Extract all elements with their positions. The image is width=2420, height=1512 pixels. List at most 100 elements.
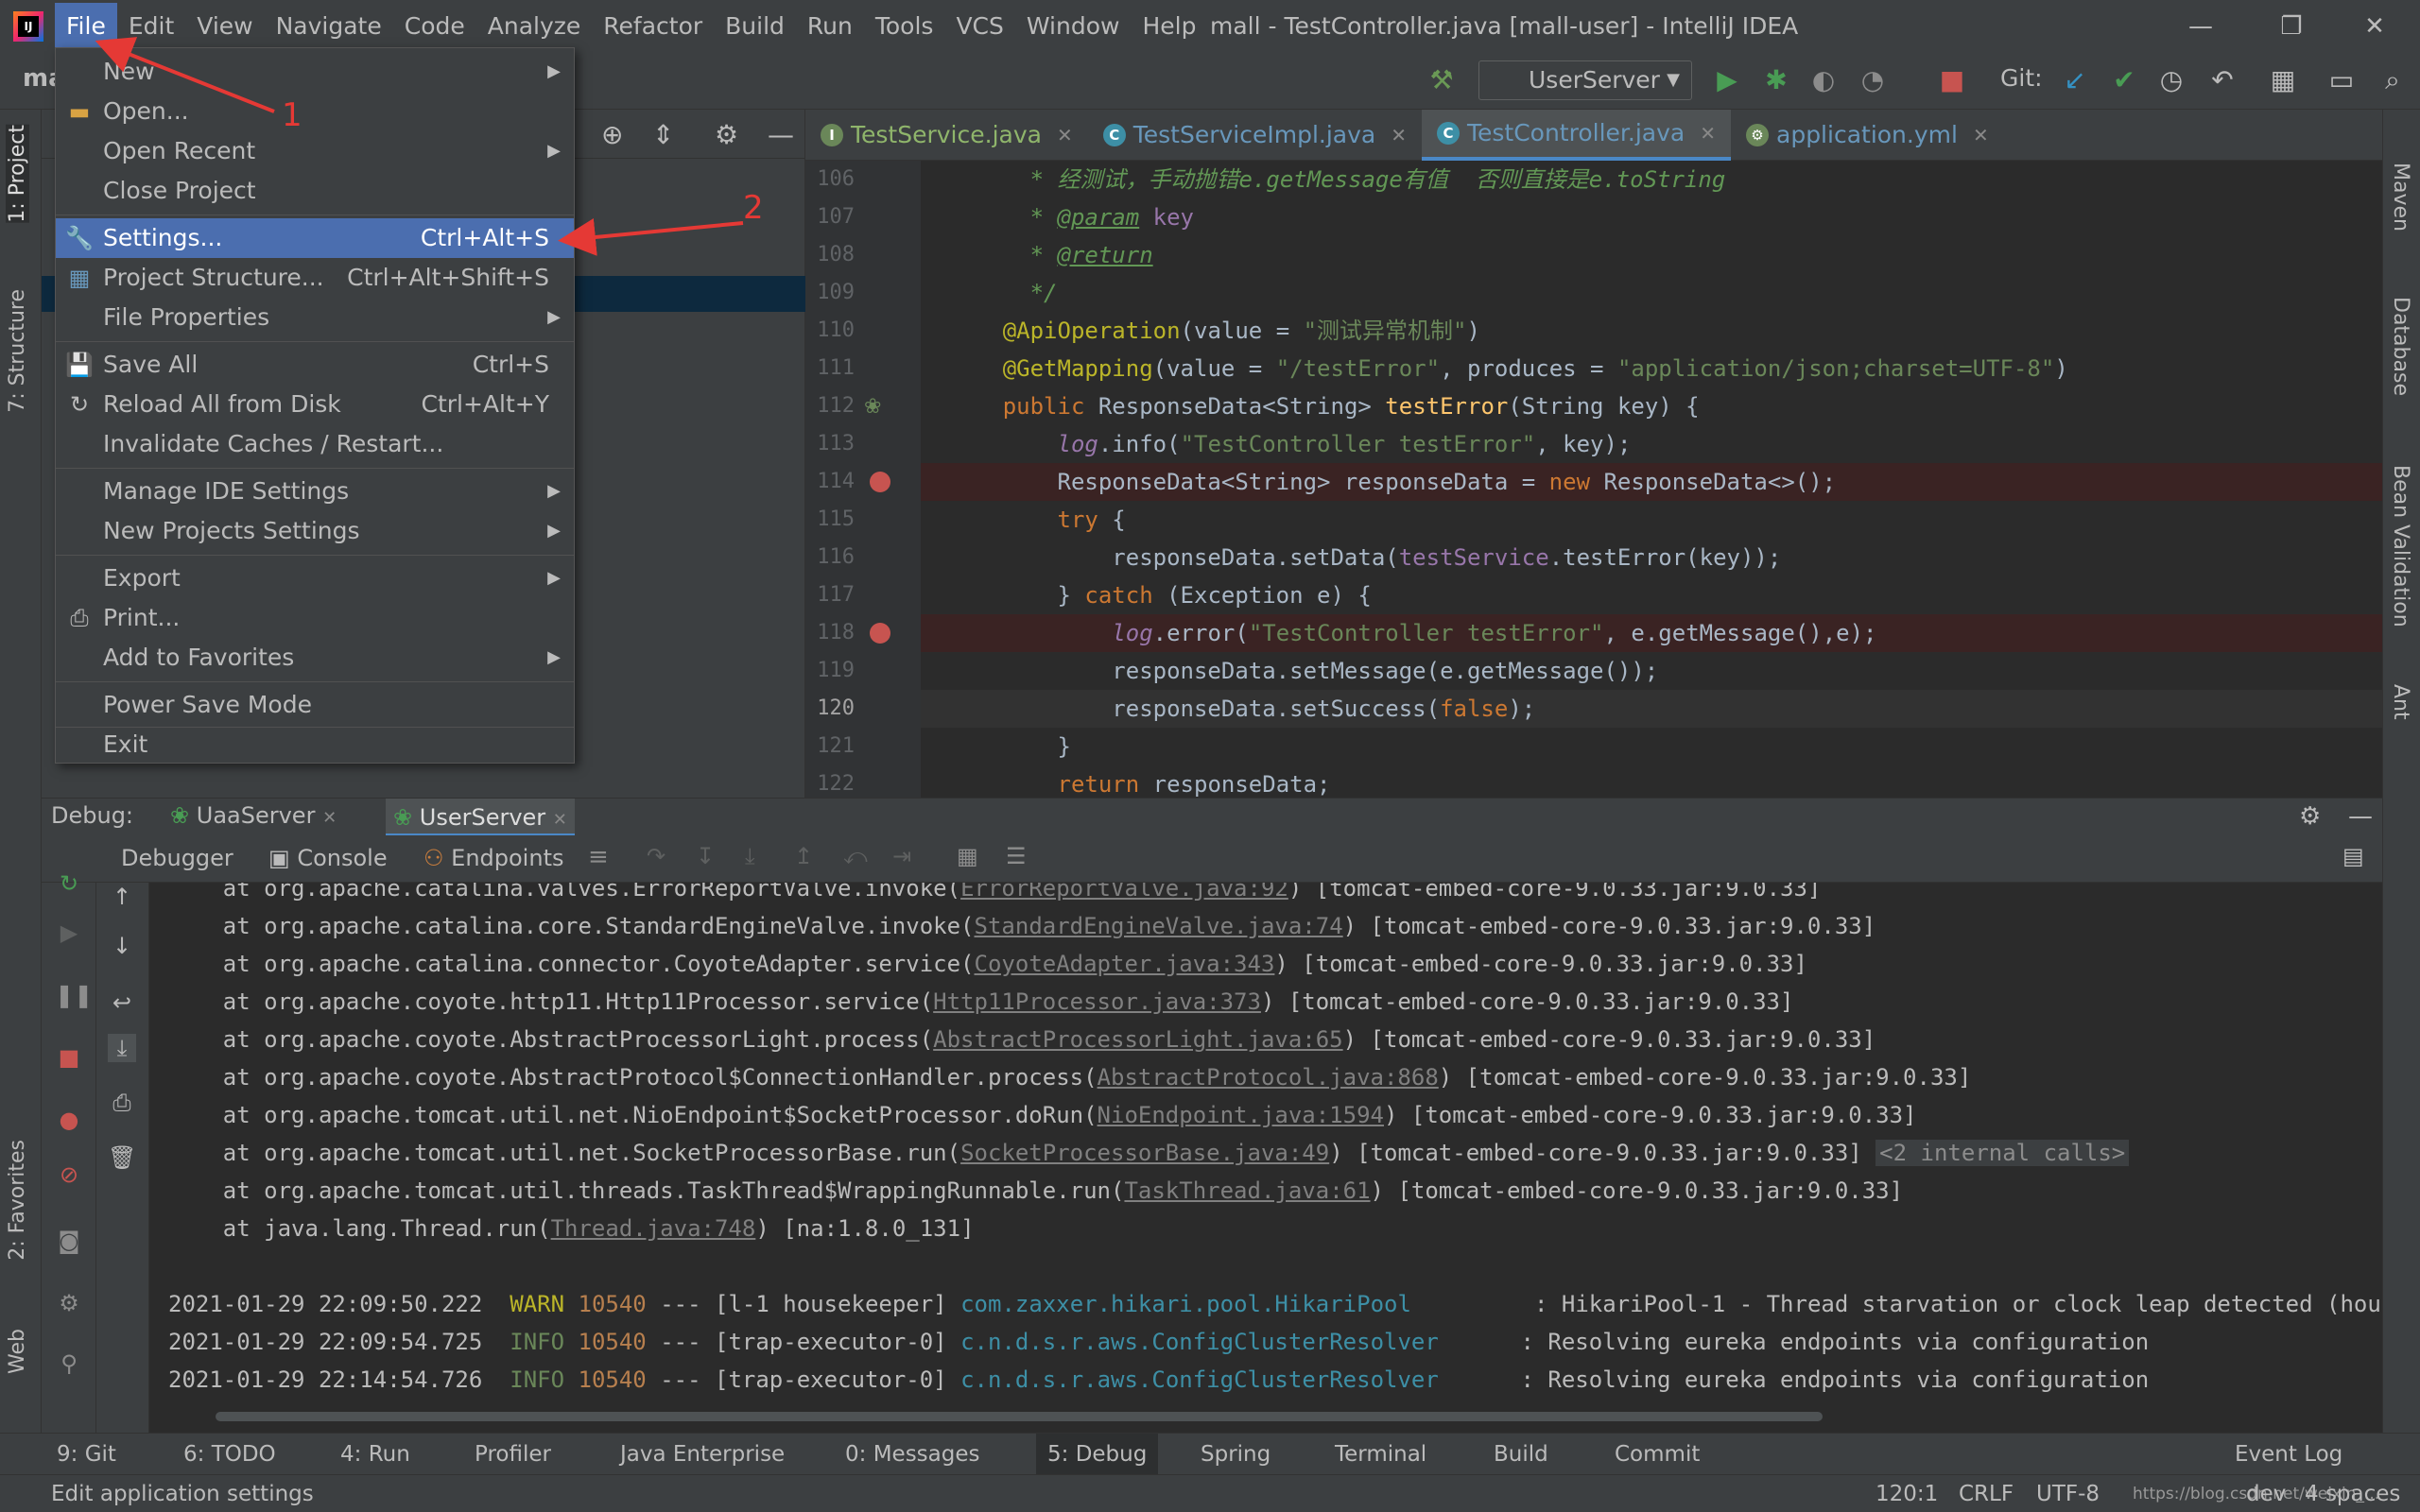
tab-ant[interactable]: Ant bbox=[2389, 684, 2412, 720]
tab-web[interactable]: Web bbox=[6, 1329, 29, 1374]
menu-item-settings[interactable]: 🔧 Settings... Ctrl+Alt+S bbox=[56, 218, 574, 258]
tab-git[interactable]: 9: Git bbox=[57, 1434, 116, 1475]
stop-icon[interactable]: ■ bbox=[1936, 64, 1968, 96]
git-history-icon[interactable]: ◷ bbox=[2155, 64, 2187, 96]
close-icon[interactable]: ✕ bbox=[1973, 110, 1989, 161]
tab-testcontroller[interactable]: C TestController.java ✕ bbox=[1421, 108, 1731, 161]
down-arrow-icon[interactable]: ↓ bbox=[108, 932, 136, 960]
close-icon[interactable]: ✕ bbox=[1391, 110, 1407, 161]
menu-item-exit[interactable]: Exit bbox=[56, 725, 574, 765]
close-button[interactable]: ✕ bbox=[2329, 0, 2420, 53]
rerun-icon[interactable]: ↻ bbox=[55, 869, 83, 898]
menu-tools[interactable]: Tools bbox=[864, 3, 945, 50]
session-tab-uaaserver[interactable]: ❀ UaaServer ✕ bbox=[170, 802, 337, 829]
menu-item-project-structure[interactable]: ▦ Project Structure... Ctrl+Alt+Shift+S bbox=[56, 258, 574, 298]
tab-structure[interactable]: 7: Structure bbox=[6, 289, 29, 413]
close-icon[interactable]: ✕ bbox=[322, 808, 337, 828]
gear-icon[interactable]: ⚙ bbox=[55, 1289, 83, 1317]
step-over-icon[interactable]: ↷ bbox=[647, 843, 666, 869]
pin-icon[interactable]: ⚲ bbox=[55, 1349, 83, 1378]
menu-window[interactable]: Window bbox=[1015, 3, 1132, 50]
menu-icon[interactable]: ≡ bbox=[588, 843, 609, 871]
trash-icon[interactable]: 🗑 bbox=[108, 1143, 136, 1172]
menu-build[interactable]: Build bbox=[714, 3, 796, 50]
view-breakpoints-icon[interactable]: ● bbox=[55, 1106, 83, 1134]
menu-item-new[interactable]: New ▶ bbox=[56, 52, 574, 92]
menu-item-open[interactable]: ▬ Open... bbox=[56, 92, 574, 131]
tab-java-enterprise[interactable]: Java Enterprise bbox=[620, 1434, 785, 1475]
presentation-icon[interactable]: ▭ bbox=[2325, 64, 2358, 96]
close-icon[interactable]: ✕ bbox=[553, 810, 567, 830]
locate-icon[interactable]: ⊕ bbox=[601, 119, 623, 150]
console-output[interactable]: at org.apache.catalina.valves.ErrorRepor… bbox=[149, 883, 2382, 1433]
spring-endpoint-icon[interactable]: ❀ bbox=[864, 395, 881, 419]
tab-messages[interactable]: 0: Messages bbox=[845, 1434, 979, 1475]
menu-view[interactable]: View bbox=[185, 3, 264, 50]
trace-icon[interactable]: ☰ bbox=[1006, 843, 1027, 869]
mute-breakpoints-icon[interactable]: ⊘ bbox=[55, 1160, 83, 1189]
tab-spring[interactable]: Spring bbox=[1201, 1434, 1270, 1475]
force-step-into-icon[interactable]: ⤓ bbox=[745, 843, 755, 869]
evaluate-icon[interactable]: ▦ bbox=[957, 843, 978, 869]
layout-icon[interactable]: ▤ bbox=[2342, 843, 2364, 869]
menu-help[interactable]: Help bbox=[1131, 3, 1207, 50]
resume-icon[interactable]: ▶ bbox=[55, 919, 83, 947]
menu-edit[interactable]: Edit bbox=[117, 3, 185, 50]
collapse-icon[interactable]: ⇕ bbox=[652, 119, 674, 150]
tab-maven[interactable]: Maven bbox=[2389, 163, 2412, 232]
menu-item-file-properties[interactable]: File Properties ▶ bbox=[56, 298, 574, 337]
menu-analyze[interactable]: Analyze bbox=[476, 3, 593, 50]
breakpoint-icon[interactable] bbox=[870, 623, 890, 644]
menu-code[interactable]: Code bbox=[393, 3, 476, 50]
tab-database[interactable]: Database bbox=[2389, 297, 2412, 396]
tab-profiler[interactable]: Profiler bbox=[475, 1434, 551, 1475]
minimize-button[interactable]: — bbox=[2155, 0, 2246, 53]
status-caret-position[interactable]: 120:1 bbox=[1876, 1475, 1938, 1512]
menu-navigate[interactable]: Navigate bbox=[265, 3, 393, 50]
git-update-icon[interactable]: ↙ bbox=[2059, 64, 2091, 96]
menu-item-power-save-mode[interactable]: Power Save Mode bbox=[56, 685, 574, 725]
tab-application-yml[interactable]: ⚙ application.yml ✕ bbox=[1731, 110, 2004, 161]
code-area[interactable]: * 经测试，手动抛错e.getMessage有值 否则直接是e.toString… bbox=[921, 161, 2382, 798]
internal-calls-fold[interactable]: <2 internal calls> bbox=[1876, 1140, 2130, 1166]
restore-button[interactable]: ❐ bbox=[2246, 0, 2337, 53]
menu-run[interactable]: Run bbox=[796, 3, 864, 50]
session-tab-userserver[interactable]: ❀ UserServer ✕ bbox=[386, 799, 575, 836]
menu-item-reload[interactable]: ↻ Reload All from Disk Ctrl+Alt+Y bbox=[56, 385, 574, 424]
profiler-icon[interactable]: ◔ bbox=[1857, 64, 1889, 96]
menu-item-open-recent[interactable]: Open Recent ▶ bbox=[56, 131, 574, 171]
menu-item-manage-ide-settings[interactable]: Manage IDE Settings ▶ bbox=[56, 472, 574, 511]
up-arrow-icon[interactable]: ↑ bbox=[108, 883, 136, 911]
search-icon[interactable]: ⌕ bbox=[2377, 64, 2409, 96]
scroll-to-end-icon[interactable]: ⤓ bbox=[108, 1034, 136, 1062]
run-config-select[interactable]: UserServer ▼ bbox=[1478, 60, 1692, 100]
print-icon[interactable]: ⎙ bbox=[108, 1089, 136, 1117]
hide-icon[interactable]: — bbox=[768, 119, 794, 150]
tab-testserviceimpl[interactable]: C TestServiceImpl.java ✕ bbox=[1088, 110, 1422, 161]
tab-terminal[interactable]: Terminal bbox=[1335, 1434, 1426, 1475]
menu-vcs[interactable]: VCS bbox=[944, 3, 1014, 50]
drop-frame-icon[interactable]: ⤺ bbox=[843, 843, 868, 869]
menu-item-export[interactable]: Export ▶ bbox=[56, 558, 574, 598]
status-indent[interactable]: 4 spaces bbox=[2305, 1475, 2400, 1512]
menu-refactor[interactable]: Refactor bbox=[592, 3, 714, 50]
close-icon[interactable]: ✕ bbox=[1700, 108, 1716, 159]
project-structure-icon[interactable]: ▦ bbox=[2267, 64, 2299, 96]
status-encoding[interactable]: UTF-8 bbox=[2036, 1475, 2100, 1512]
run-to-cursor-icon[interactable]: ⇥ bbox=[892, 843, 911, 869]
tab-testservice[interactable]: I TestService.java ✕ bbox=[805, 110, 1088, 161]
git-rollback-icon[interactable]: ↶ bbox=[2206, 64, 2238, 96]
step-out-icon[interactable]: ↥ bbox=[794, 843, 813, 869]
soft-wrap-icon[interactable]: ↩ bbox=[108, 988, 136, 1017]
tab-favorites[interactable]: 2: Favorites bbox=[6, 1140, 29, 1261]
status-git-branch[interactable]: dev bbox=[2246, 1475, 2286, 1512]
gear-icon[interactable]: ⚙ bbox=[715, 119, 738, 150]
run-icon[interactable]: ▶ bbox=[1711, 64, 1743, 96]
tab-debugger[interactable]: Debugger bbox=[121, 845, 233, 871]
tab-commit[interactable]: Commit bbox=[1615, 1434, 1700, 1475]
close-icon[interactable]: ✕ bbox=[1057, 110, 1073, 161]
tab-debug[interactable]: 5: Debug bbox=[1036, 1434, 1159, 1475]
pause-icon[interactable]: ❚❚ bbox=[55, 981, 93, 1009]
git-commit-icon[interactable]: ✔ bbox=[2108, 64, 2140, 96]
hide-icon[interactable]: — bbox=[2348, 802, 2373, 831]
